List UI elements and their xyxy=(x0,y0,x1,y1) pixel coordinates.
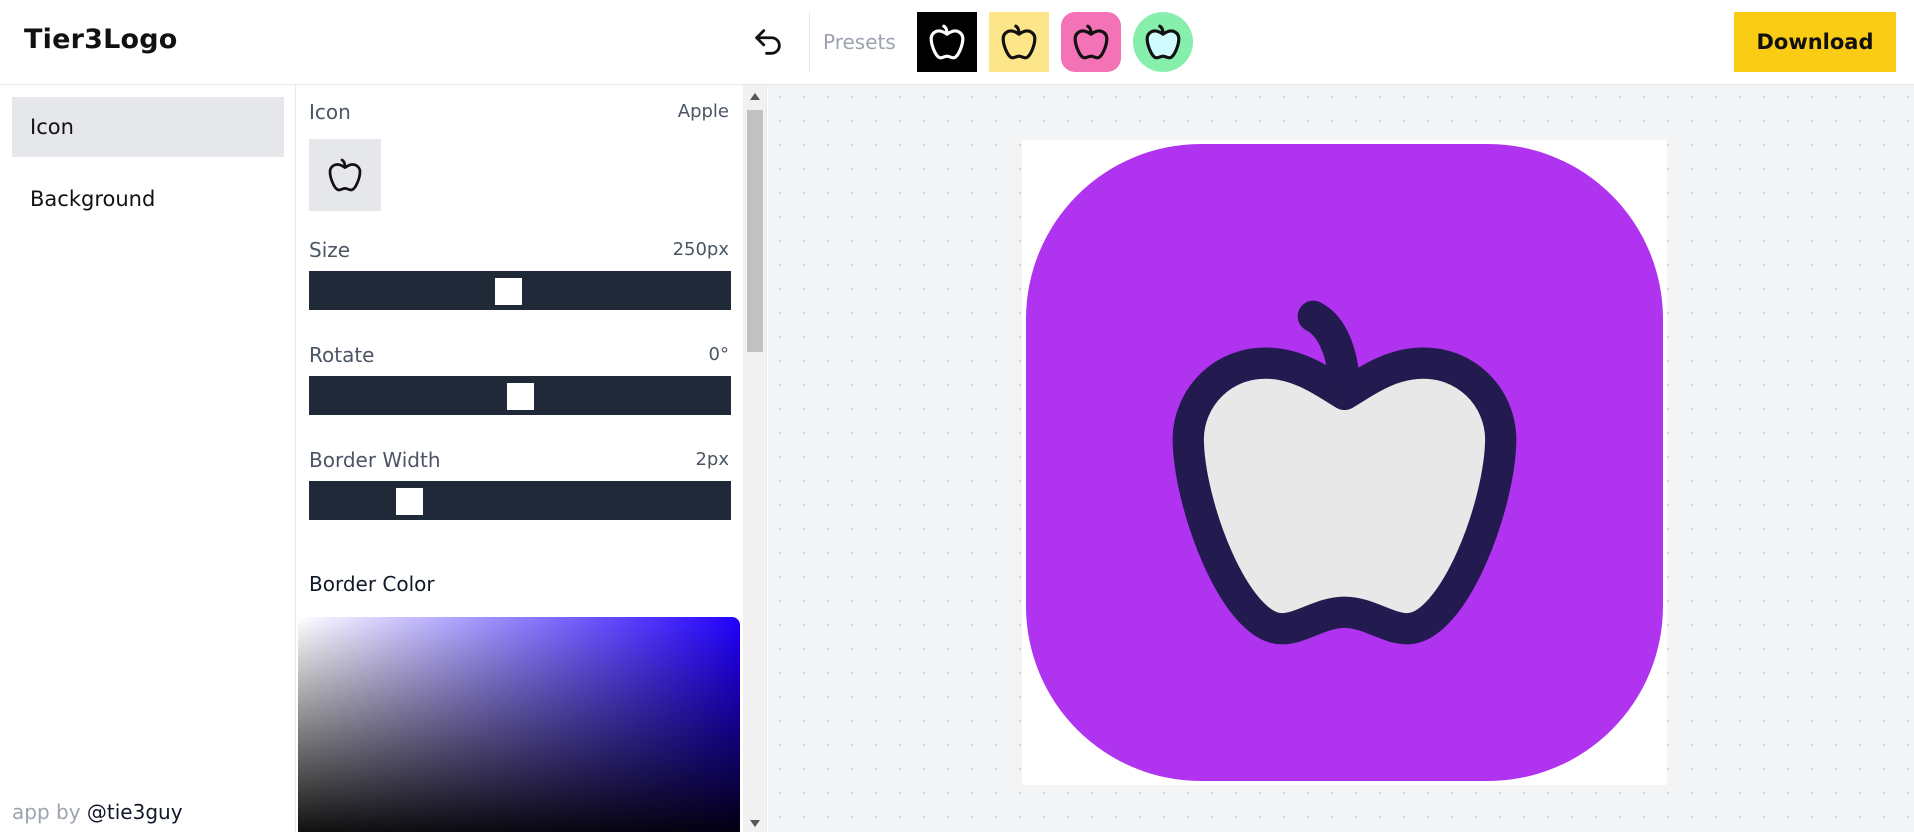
apple-icon xyxy=(328,158,362,192)
sidebar-item-label: Icon xyxy=(30,115,74,139)
apple-icon xyxy=(1172,300,1517,645)
icon-label: Icon xyxy=(309,100,351,124)
icon-value: Apple xyxy=(677,101,729,122)
sidebar-item-icon[interactable]: Icon xyxy=(12,97,284,157)
credit-text: app by @tie3guy xyxy=(12,800,183,824)
apple-icon xyxy=(1001,24,1037,60)
border-width-label: Border Width xyxy=(309,448,441,472)
border-width-slider[interactable] xyxy=(309,481,731,520)
sidebar: Icon Background app by @tie3guy xyxy=(0,85,296,832)
icon-selector-button[interactable] xyxy=(309,139,381,211)
size-value: 250px xyxy=(672,239,729,260)
scroll-down-arrow-icon[interactable] xyxy=(750,820,760,827)
logo-artboard xyxy=(1022,140,1667,785)
border-color-label: Border Color xyxy=(309,572,435,596)
undo-icon xyxy=(755,29,781,55)
rotate-value: 0° xyxy=(708,344,729,365)
apple-icon xyxy=(1145,24,1181,60)
preset-yellow[interactable] xyxy=(989,12,1049,72)
app-title: Tier3Logo xyxy=(24,24,178,55)
size-label: Size xyxy=(309,238,351,262)
sidebar-item-background[interactable]: Background xyxy=(12,169,284,229)
presets-label: Presets xyxy=(823,30,896,54)
panel-scrollbar[interactable] xyxy=(743,85,767,832)
apple-icon xyxy=(929,24,965,60)
apple-icon xyxy=(1073,24,1109,60)
download-button[interactable]: Download xyxy=(1734,12,1896,72)
undo-button[interactable] xyxy=(748,22,788,62)
top-bar: Tier3Logo Presets Download xyxy=(0,0,1914,85)
preview-canvas xyxy=(768,85,1914,832)
icon-settings-panel: Icon Apple Size 250px Rotate 0° Border W… xyxy=(297,85,743,832)
scrollbar-thumb[interactable] xyxy=(747,110,763,352)
preset-green[interactable] xyxy=(1133,12,1193,72)
preset-pink[interactable] xyxy=(1061,12,1121,72)
scroll-up-arrow-icon[interactable] xyxy=(750,93,760,100)
credit-prefix: app by xyxy=(12,800,81,824)
size-slider-thumb[interactable] xyxy=(495,278,522,305)
border-width-slider-thumb[interactable] xyxy=(396,488,423,515)
sidebar-item-label: Background xyxy=(30,187,156,211)
preset-black[interactable] xyxy=(917,12,977,72)
credit-handle-link[interactable]: @tie3guy xyxy=(87,800,183,824)
rotate-slider-thumb[interactable] xyxy=(507,383,534,410)
size-slider[interactable] xyxy=(309,271,731,310)
rotate-label: Rotate xyxy=(309,343,375,367)
border-width-value: 2px xyxy=(695,449,729,470)
header-divider xyxy=(809,12,810,72)
border-color-picker[interactable] xyxy=(298,617,740,832)
rotate-slider[interactable] xyxy=(309,376,731,415)
